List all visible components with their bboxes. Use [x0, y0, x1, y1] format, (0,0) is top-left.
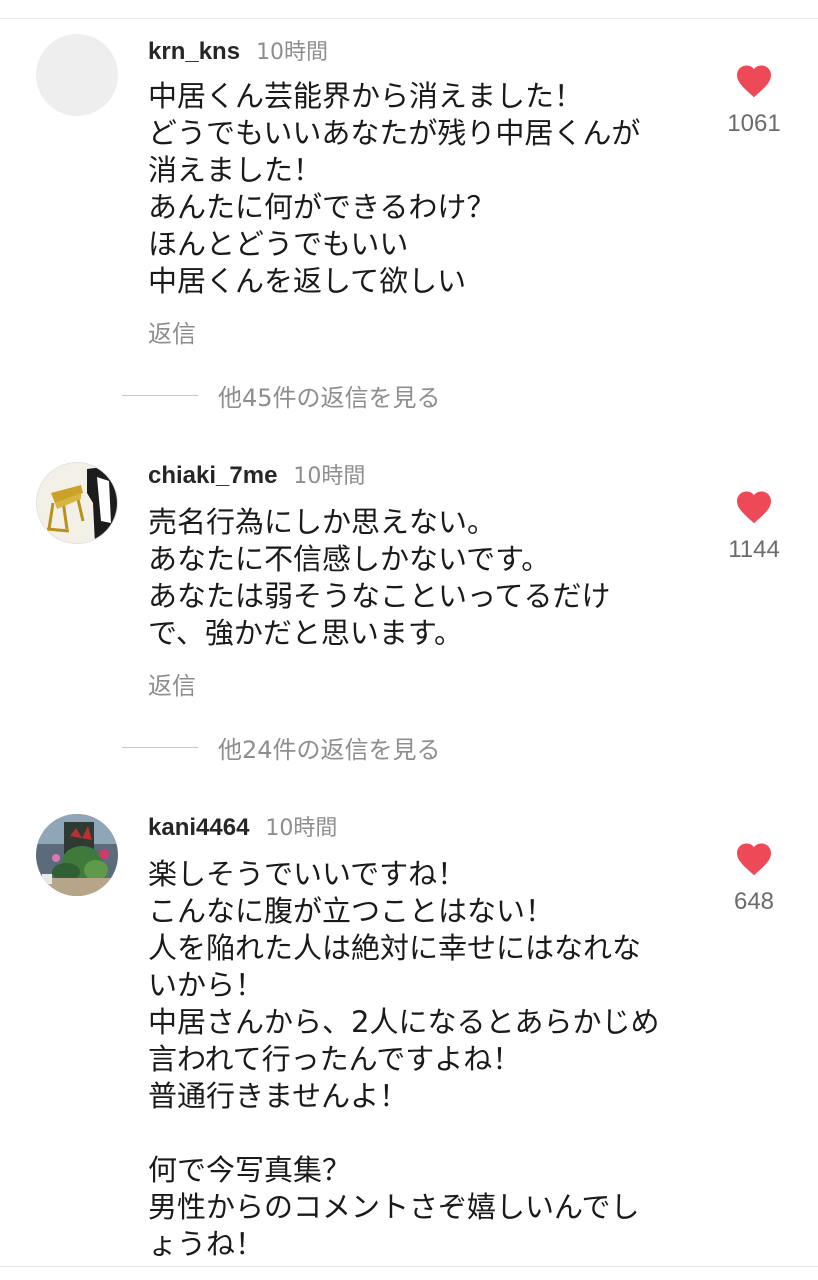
- bottom-divider: [0, 1266, 818, 1267]
- comment-line: で、強かだと思います。: [148, 616, 463, 650]
- divider-line: [122, 394, 198, 396]
- heart-icon[interactable]: [735, 842, 773, 876]
- chair-photo-icon: [37, 463, 117, 543]
- comment-line: 男性からのコメントさぞ嬉しいんでし: [148, 1190, 640, 1224]
- comment-line: 消えました！: [148, 153, 323, 187]
- comment-header: kani4464 10時間: [148, 810, 337, 844]
- view-replies-button[interactable]: 他24件の返信を見る: [122, 732, 441, 764]
- comment-line: ほんとどうでもいい: [148, 227, 409, 261]
- like-count: 1061: [727, 110, 781, 137]
- comment-line: どうでもいいあなたが残り中居くんが: [148, 116, 641, 150]
- like-control: 1061: [714, 64, 794, 138]
- comment-line: 楽しそうでいいですね！: [148, 857, 467, 891]
- reply-button[interactable]: 返信: [148, 314, 196, 349]
- view-replies-label: 他24件の返信を見る: [218, 735, 441, 764]
- heart-icon[interactable]: [735, 490, 773, 524]
- comment-line: [148, 1115, 688, 1152]
- comment-header: krn_kns 10時間: [148, 34, 328, 68]
- username[interactable]: kani4464: [148, 814, 249, 842]
- divider-line: [122, 746, 198, 748]
- top-divider: [0, 18, 818, 19]
- comment-line: あなたに不信感しかないです。: [148, 542, 551, 576]
- comment-line: 中居くんを返して欲しい: [148, 264, 467, 298]
- comment-header: chiaki_7me 10時間: [148, 458, 365, 492]
- view-replies-label: 他45件の返信を見る: [218, 383, 441, 412]
- username[interactable]: krn_kns: [148, 38, 240, 66]
- comment-line: 何で今写真集？: [148, 1153, 352, 1187]
- timestamp: 10時間: [256, 40, 329, 65]
- reply-button[interactable]: 返信: [148, 666, 196, 701]
- heart-icon[interactable]: [735, 64, 773, 98]
- comment-line: 中居さんから、2人になるとあらかじめ: [148, 1005, 660, 1039]
- like-control: 648: [714, 842, 794, 916]
- timestamp: 10時間: [265, 816, 338, 841]
- comment-line: あんたに何ができるわけ？: [148, 190, 496, 224]
- comment-text: 売名行為にしか思えない。 あなたに不信感しかないです。 あなたは弱そうなこといっ…: [148, 504, 688, 652]
- like-control: 1144: [714, 490, 794, 564]
- avatar[interactable]: [36, 462, 118, 544]
- comment-line: いから！: [148, 968, 265, 1002]
- like-count: 648: [733, 888, 775, 915]
- comment-line: 売名行為にしか思えない。: [148, 505, 497, 539]
- comment-line: 人を陥れた人は絶対に幸せにはなれな: [148, 931, 642, 965]
- comment-line: ょうね！: [148, 1227, 265, 1261]
- view-replies-button[interactable]: 他45件の返信を見る: [122, 380, 441, 412]
- avatar[interactable]: [36, 34, 118, 116]
- username[interactable]: chiaki_7me: [148, 462, 277, 490]
- comment-line: こんなに腹が立つことはない！: [148, 894, 555, 928]
- comment-line: 言われて行ったんですよね！: [148, 1042, 522, 1076]
- comment-text: 中居くん芸能界から消えました！ どうでもいいあなたが残り中居くんが 消えました！…: [148, 78, 688, 300]
- comment-text: 楽しそうでいいですね！ こんなに腹が立つことはない！ 人を陥れた人は絶対に幸せに…: [148, 856, 688, 1263]
- plant-photo-icon: [36, 814, 118, 896]
- comment-line: 普通行きませんよ！: [148, 1079, 409, 1113]
- like-count: 1144: [728, 536, 780, 563]
- comment-line: あなたは弱そうなこといってるだけ: [148, 579, 611, 613]
- avatar[interactable]: [36, 814, 118, 896]
- comment-line: 中居くん芸能界から消えました！: [148, 79, 584, 113]
- timestamp: 10時間: [293, 464, 366, 489]
